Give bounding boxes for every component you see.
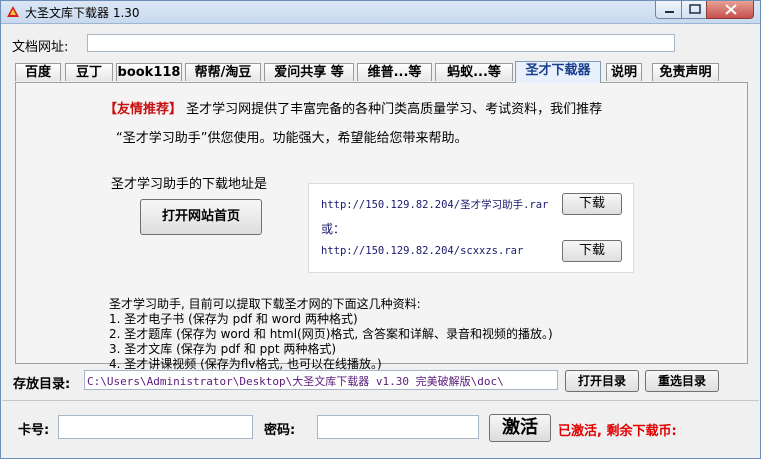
open-dir-button[interactable]: 打开目录 — [565, 370, 639, 392]
feature-item: 1. 圣才电子书 (保存为 pdf 和 word 两种格式) — [109, 312, 358, 326]
url-label: 文档网址: — [12, 40, 69, 55]
card-number-label: 卡号: — [18, 423, 50, 438]
app-logo-icon — [7, 6, 19, 17]
promo-line-2: “圣才学习助手”供您使用。功能强大，希望能给您带来帮助。 — [116, 131, 468, 146]
tab-bangbang-taodou[interactable]: 帮帮/淘豆 — [185, 63, 261, 81]
password-input[interactable] — [317, 415, 479, 439]
reselect-dir-button[interactable]: 重选目录 — [645, 370, 719, 392]
client-area: 文档网址: 百度 豆丁 book118 帮帮/淘豆 爱问共享 等 维普...等 … — [2, 24, 759, 457]
close-icon — [725, 4, 737, 15]
tab-book118[interactable]: book118 — [116, 63, 182, 81]
download-links-box: http://150.129.82.204/圣才学习助手.rar 下载 或： h… — [308, 183, 634, 273]
or-label: 或： — [321, 222, 346, 236]
minimize-button[interactable] — [655, 1, 682, 19]
close-button[interactable] — [706, 1, 754, 19]
open-site-button[interactable]: 打开网站首页 — [140, 199, 262, 235]
tab-weipu[interactable]: 维普...等 — [357, 63, 432, 81]
promo-text: 圣才学习网提供了丰富完备的各种门类高质量学习、考试资料，我们推荐 — [182, 102, 603, 117]
download-button-1[interactable]: 下载 — [562, 193, 622, 215]
url-input[interactable] — [87, 34, 675, 52]
download-address-label: 圣才学习助手的下载地址是 — [111, 177, 268, 192]
save-dir-label: 存放目录: — [13, 377, 71, 392]
download-link-1[interactable]: http://150.129.82.204/圣才学习助手.rar — [321, 197, 548, 212]
maximize-button[interactable] — [681, 1, 707, 19]
tab-mayi[interactable]: 蚂蚁...等 — [435, 63, 513, 81]
save-dir-input[interactable]: C:\Users\Administrator\Desktop\大圣文库下载器 v… — [84, 370, 558, 390]
minimize-icon — [665, 11, 674, 13]
features-list: 圣才学习助手, 目前可以提取下载圣才网的下面这几种资料: 1. 圣才电子书 (保… — [109, 297, 553, 372]
download-link-2[interactable]: http://150.129.82.204/scxxzs.rar — [321, 245, 523, 257]
tab-panel: 【友情推荐】 圣才学习网提供了丰富完备的各种门类高质量学习、考试资料，我们推荐 … — [15, 82, 748, 371]
tab-docin[interactable]: 豆丁 — [65, 63, 113, 81]
app-window: 大圣文库下载器 1.30 文档网址: 百度 豆丁 book118 帮帮/淘豆 爱… — [0, 0, 761, 459]
activate-button[interactable]: 激活 — [489, 414, 551, 442]
tab-shengcai-downloader[interactable]: 圣才下载器 — [515, 61, 601, 83]
download-button-2[interactable]: 下载 — [562, 240, 622, 262]
password-label: 密码: — [264, 423, 296, 438]
tab-baidu[interactable]: 百度 — [15, 63, 61, 81]
features-intro: 圣才学习助手, 目前可以提取下载圣才网的下面这几种资料: — [109, 297, 421, 311]
activation-status: 已激活, 剩余下载币: — [558, 424, 677, 439]
maximize-icon — [689, 4, 701, 14]
promo-line-1: 【友情推荐】 圣才学习网提供了丰富完备的各种门类高质量学习、考试资料，我们推荐 — [104, 98, 602, 117]
card-number-input[interactable] — [58, 415, 253, 439]
tab-instructions[interactable]: 说明 — [606, 63, 642, 81]
promo-tag: 【友情推荐】 — [104, 102, 183, 117]
feature-item: 3. 圣才文库 (保存为 pdf 和 ppt 两种格式) — [109, 342, 337, 356]
divider — [2, 400, 759, 401]
title-bar[interactable]: 大圣文库下载器 1.30 — [1, 1, 760, 24]
tab-iask[interactable]: 爱问共享 等 — [264, 63, 354, 81]
feature-item: 2. 圣才题库 (保存为 word 和 html(网页)格式, 含答案和详解、录… — [109, 327, 553, 341]
tab-disclaimer[interactable]: 免责声明 — [652, 63, 719, 81]
window-title: 大圣文库下载器 1.30 — [25, 6, 140, 20]
